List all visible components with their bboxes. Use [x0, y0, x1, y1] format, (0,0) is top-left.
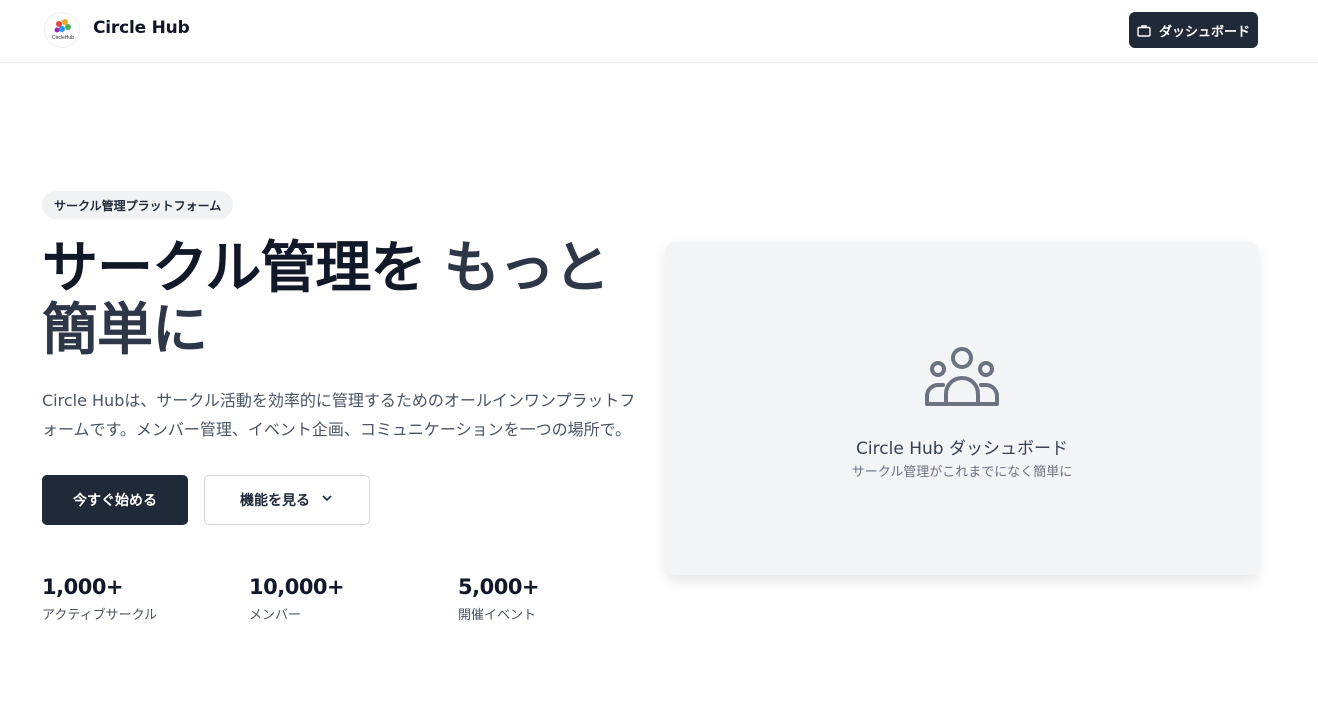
- stat-label: メンバー: [249, 608, 302, 623]
- dashboard-button-label: ダッシュボード: [1158, 24, 1250, 40]
- hero-description: Circle Hubは、サークル活動を効率的に管理するためのオールインワンプラッ…: [42, 391, 636, 439]
- headline-part1: サークル管理を: [42, 236, 426, 301]
- category-badge: サークル管理プラットフォーム: [42, 191, 234, 219]
- users-icon: [923, 342, 1001, 412]
- hero-headline: サークル管理を もっと簡単に: [42, 238, 642, 362]
- view-features-label: 機能を見る: [240, 493, 310, 509]
- stat-value: 5,000+: [458, 575, 540, 599]
- stat-value: 10,000+: [249, 575, 345, 599]
- svg-text:CircleHub: CircleHub: [52, 35, 74, 41]
- stat-circles: 1,000+ アクティブサークル: [42, 575, 157, 623]
- stat-value: 1,000+: [42, 575, 124, 599]
- site-header: CircleHub Circle Hub ダッシュボード: [0, 0, 1318, 63]
- stat-events: 5,000+ 開催イベント: [458, 575, 540, 623]
- briefcase-icon: [1137, 24, 1151, 37]
- chevron-down-icon: [320, 491, 334, 509]
- dashboard-button[interactable]: ダッシュボード: [1129, 12, 1258, 48]
- circle-hub-logo[interactable]: CircleHub: [44, 12, 80, 48]
- card-subtitle: サークル管理がこれまでになく簡単に: [851, 465, 1073, 480]
- dashboard-preview-card: Circle Hub ダッシュボード サークル管理がこれまでになく簡単に: [666, 242, 1258, 575]
- stat-members: 10,000+ メンバー: [249, 575, 345, 623]
- view-features-button[interactable]: 機能を見る: [204, 475, 370, 525]
- stat-label: アクティブサークル: [42, 608, 158, 623]
- card-title: Circle Hub ダッシュボード: [856, 439, 1068, 459]
- brand-name[interactable]: Circle Hub: [93, 18, 190, 38]
- get-started-button[interactable]: 今すぐ始める: [42, 475, 188, 525]
- stat-label: 開催イベント: [458, 608, 537, 623]
